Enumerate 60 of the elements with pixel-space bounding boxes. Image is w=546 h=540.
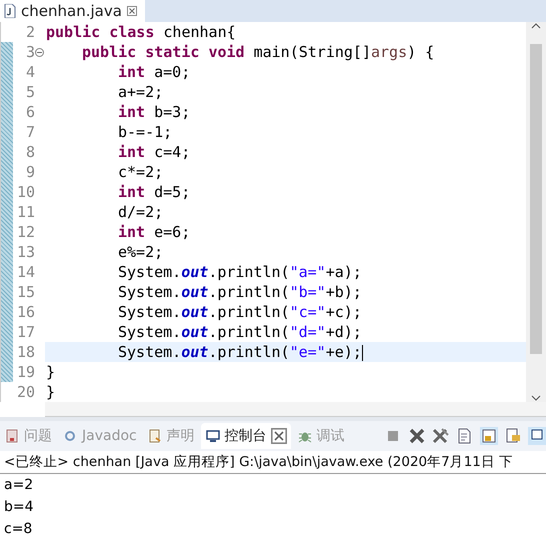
line-number: 15 <box>16 282 35 302</box>
line-number: 19 <box>16 362 35 382</box>
java-file-icon <box>4 4 16 18</box>
warning-page-icon <box>4 428 20 444</box>
vertical-scrollbar[interactable] <box>526 22 546 402</box>
code-line: int e=6; <box>118 223 190 241</box>
code-line: e%=2; <box>118 243 164 261</box>
console-output: b=4 <box>3 498 35 517</box>
code-line: int b=3; <box>118 103 190 121</box>
line-number: 9 <box>24 162 35 182</box>
code-line: c*=2; <box>118 163 164 181</box>
monitor-icon <box>204 428 221 444</box>
line-number: 13 <box>16 242 35 262</box>
code-line: public static void main(String[]args) { <box>82 43 434 61</box>
line-number: 10 <box>16 182 35 202</box>
code-line: System.out.println("c="+c); <box>118 303 362 321</box>
line-number: 5 <box>24 82 35 102</box>
display-icon[interactable] <box>528 427 546 445</box>
line-number: 2 <box>24 22 35 42</box>
code-line: int d=5; <box>118 183 190 201</box>
view-tab[interactable]: 调试 <box>292 423 349 449</box>
code-line: System.out.println("b="+b); <box>118 283 362 301</box>
code-line: d/=2; <box>118 203 164 221</box>
code-line: a+=2; <box>118 83 164 101</box>
editor-tab[interactable]: chenhan.java <box>0 0 145 22</box>
close-icon[interactable] <box>270 428 287 444</box>
view-tab[interactable]: Javadoc <box>58 423 141 449</box>
console-header: <已终止> chenhan [Java 应用程序] G:\java\bin\javaw.exe (2020年7月11日 下 <box>0 451 546 474</box>
line-number: 4 <box>24 62 35 82</box>
close-icon[interactable] <box>126 6 137 16</box>
console-output: c=8 <box>3 520 34 539</box>
view-tab[interactable]: 控制台 <box>200 423 291 449</box>
view-tab[interactable]: 声明 <box>142 423 199 449</box>
line-number: 18 <box>16 342 35 362</box>
code-line: } <box>46 363 56 381</box>
remove-icon[interactable] <box>408 427 426 445</box>
line-number: 12 <box>16 222 35 242</box>
remove-all-icon[interactable] <box>432 427 450 445</box>
code-line: int a=0; <box>118 63 190 81</box>
line-number: 20 <box>16 382 35 402</box>
code-line: System.out.println("e="+e); <box>118 343 362 361</box>
code-line: System.out.println("d="+d); <box>118 323 362 341</box>
collapse-icon[interactable] <box>35 48 44 56</box>
code-line: } <box>46 383 56 401</box>
page-icon <box>146 428 163 444</box>
line-number: 3 <box>24 42 35 62</box>
code-line: public class chenhan{ <box>46 23 236 41</box>
line-number: 16 <box>16 302 35 322</box>
view-tab[interactable]: 问题 <box>0 423 56 449</box>
code-line: int c=4; <box>118 143 190 161</box>
horizontal-scrollbar[interactable] <box>45 402 546 417</box>
line-number: 11 <box>16 202 35 222</box>
console-output: a=2 <box>3 476 34 495</box>
line-number: 14 <box>16 262 35 282</box>
code-line: b-=-1; <box>118 123 172 141</box>
line-number: 6 <box>24 102 35 122</box>
line-number: 17 <box>16 322 35 342</box>
code-line: System.out.println("a="+a); <box>118 263 362 281</box>
line-number: 7 <box>24 122 35 142</box>
line-number: 8 <box>24 142 35 162</box>
